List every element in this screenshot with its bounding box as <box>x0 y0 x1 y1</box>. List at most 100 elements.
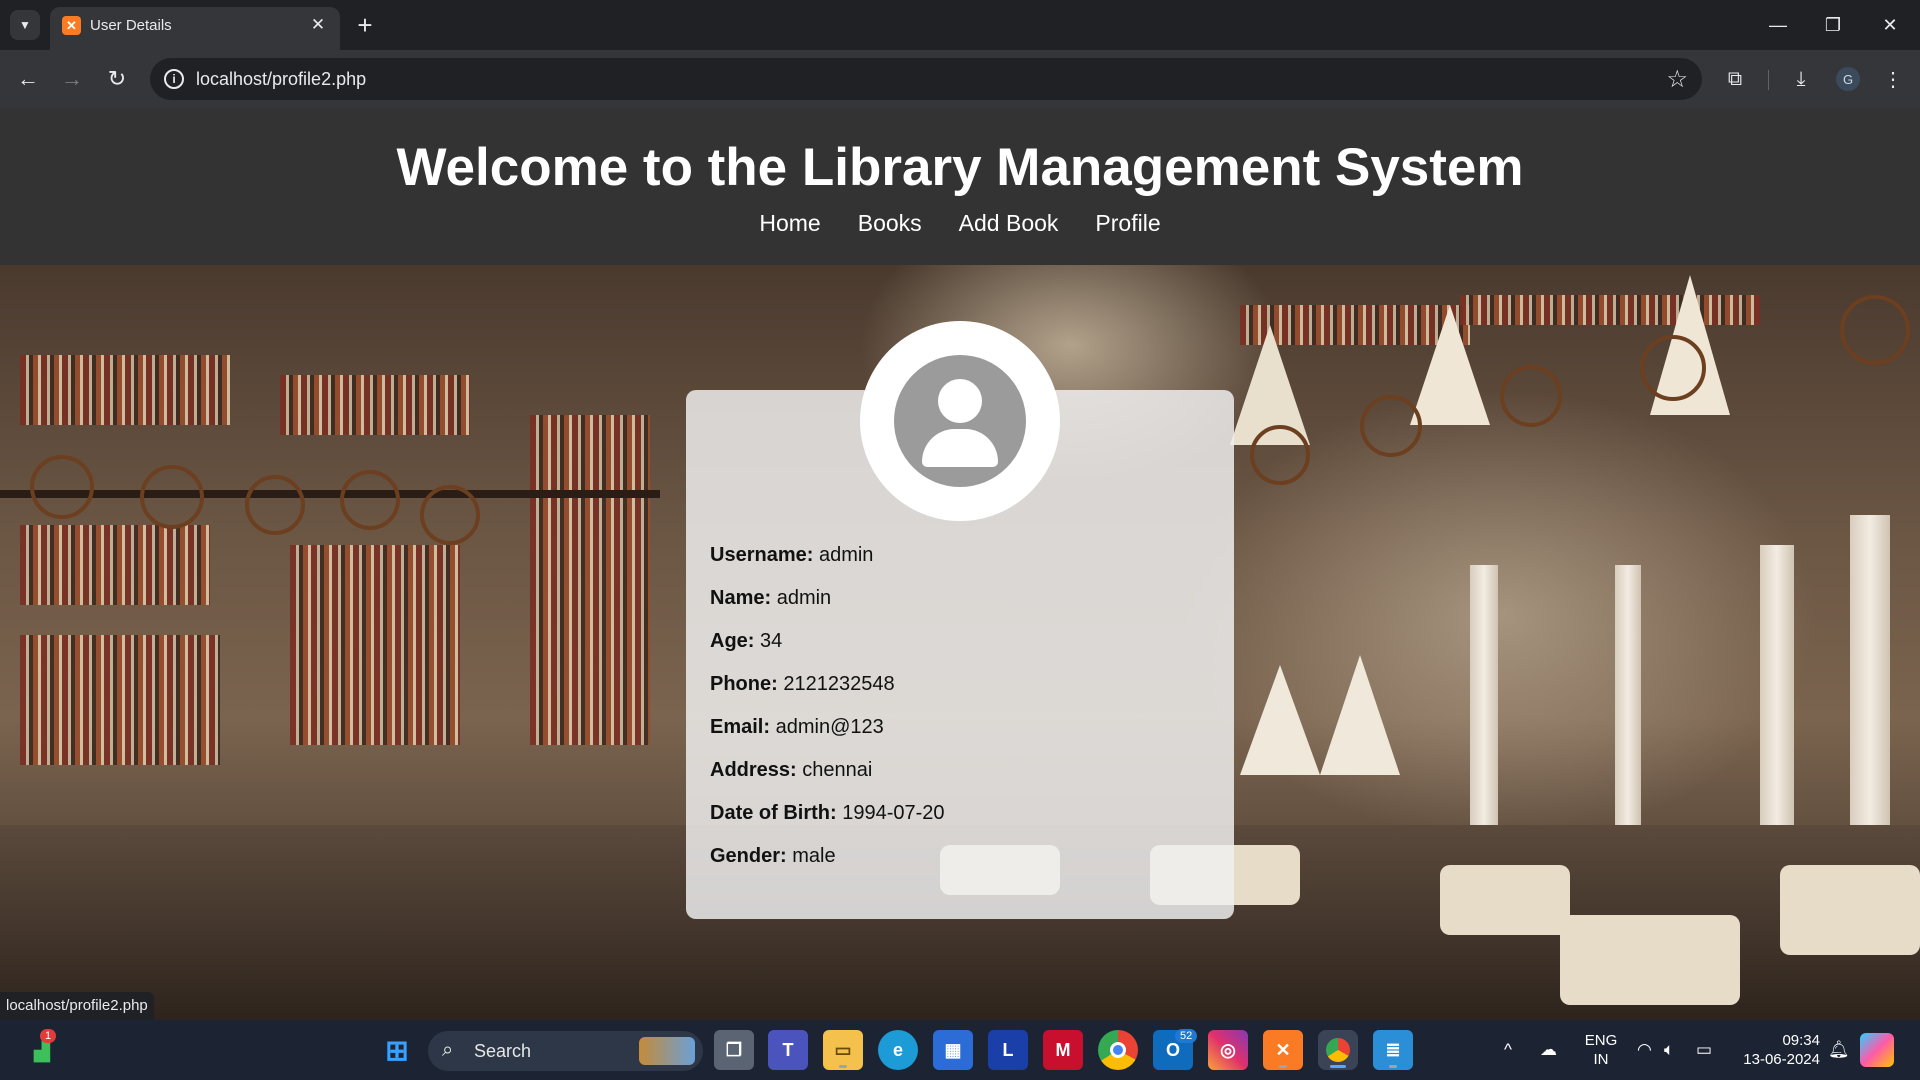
clock-date: 13-06-2024 <box>1743 1051 1820 1068</box>
field-label: Age: <box>710 630 755 652</box>
xampp-icon: ✕ <box>62 16 81 35</box>
tab-close-icon[interactable]: ✕ <box>306 13 330 37</box>
nav-link-add-book[interactable]: Add Book <box>959 210 1059 237</box>
sail <box>1240 665 1320 775</box>
browser-tabstrip: ▼ ✕ User Details ✕ + — ❐ ✕ <box>0 0 1920 50</box>
bookmark-star-icon[interactable]: ☆ <box>1666 65 1688 94</box>
nav-link-books[interactable]: Books <box>858 210 922 237</box>
wifi-icon[interactable]: ◠ <box>1637 1040 1652 1060</box>
pillar <box>1470 565 1498 845</box>
outlook-badge: 52 <box>1175 1029 1198 1043</box>
field-label: Name: <box>710 587 772 609</box>
field-name: Name: admin <box>710 587 831 610</box>
teams-icon[interactable]: T <box>768 1030 808 1070</box>
clock-time: 09:34 <box>1782 1032 1820 1049</box>
ship-wheel <box>1640 335 1706 401</box>
widgets-badge: 1 <box>40 1029 57 1043</box>
notification-bell-icon[interactable]: 🔔︎ <box>1828 1040 1850 1060</box>
ship-wheel <box>140 465 204 529</box>
bookshelf <box>290 545 460 745</box>
field-value: admin <box>776 587 832 609</box>
chrome-icon[interactable] <box>1098 1030 1138 1070</box>
battery-icon[interactable]: ▭ <box>1696 1040 1712 1060</box>
sofa <box>1440 865 1570 935</box>
ship-wheel <box>340 470 400 530</box>
clock[interactable]: 09:34 13-06-2024 <box>1736 1031 1820 1069</box>
app-l-icon[interactable]: L <box>988 1030 1028 1070</box>
search-highlight-art <box>639 1037 695 1065</box>
profile-avatar[interactable]: G <box>1836 67 1860 91</box>
downloads-icon[interactable]: ⤓ <box>1786 64 1816 94</box>
field-value: chennai <box>802 759 873 781</box>
sofa <box>1560 915 1740 1005</box>
taskbar: ▟ 1 ⊞ ⌕ Search ❐ T ▭ e ▦ L M O 52 ◎ ✕ ≣ … <box>0 1020 1920 1080</box>
search-icon: ⌕ <box>442 1039 454 1061</box>
instagram-icon[interactable]: ◎ <box>1208 1030 1248 1070</box>
onedrive-icon[interactable]: ☁ <box>1540 1040 1557 1060</box>
kebab-menu-icon[interactable]: ⋮ <box>1878 64 1908 94</box>
task-view-icon[interactable]: ❐ <box>714 1030 754 1070</box>
main-nav: Home Books Add Book Profile <box>0 210 1920 237</box>
user-silhouette-icon <box>894 355 1026 487</box>
nav-link-profile[interactable]: Profile <box>1095 210 1160 237</box>
ship-wheel <box>420 485 480 545</box>
tab-title: User Details <box>90 17 172 34</box>
reload-icon[interactable]: ↻ <box>102 64 132 94</box>
back-arrow-icon[interactable]: ← <box>13 64 43 94</box>
volume-icon[interactable]: 🔈︎ <box>1664 1040 1674 1060</box>
field-value: male <box>792 845 836 867</box>
field-value: admin@123 <box>775 716 884 738</box>
field-value: 34 <box>760 630 783 652</box>
sail <box>1320 655 1400 775</box>
microsoft-store-icon[interactable]: ▦ <box>933 1030 973 1070</box>
nav-link-home[interactable]: Home <box>759 210 820 237</box>
windows-start-icon[interactable]: ⊞ <box>377 1030 417 1070</box>
mcafee-icon[interactable]: M <box>1043 1030 1083 1070</box>
tab-search-chevron-icon[interactable]: ▼ <box>10 10 40 40</box>
field-address: Address: chennai <box>710 759 872 782</box>
ship-wheel <box>1500 365 1562 427</box>
sofa <box>1780 865 1920 955</box>
address-url[interactable]: localhost/profile2.php <box>196 69 366 90</box>
field-value: 1994-07-20 <box>842 802 945 824</box>
field-label: Email: <box>710 716 771 738</box>
edge-icon[interactable]: e <box>878 1030 918 1070</box>
forward-arrow-icon[interactable]: → <box>57 64 87 94</box>
field-label: Address: <box>710 759 797 781</box>
show-hidden-icons-chevron-icon[interactable]: ^ <box>1504 1040 1512 1060</box>
new-tab-plus-icon[interactable]: + <box>350 10 380 40</box>
region-code: IN <box>1593 1051 1609 1068</box>
language-indicator[interactable]: ENG IN <box>1583 1031 1619 1069</box>
chrome-active-icon[interactable] <box>1318 1030 1358 1070</box>
field-label: Username: <box>710 544 814 566</box>
field-label: Gender: <box>710 845 787 867</box>
language-code: ENG <box>1584 1032 1618 1049</box>
field-value: admin <box>818 544 874 566</box>
xampp-taskbar-icon[interactable]: ✕ <box>1263 1030 1303 1070</box>
field-gender: Gender: male <box>710 845 836 868</box>
site-header: Welcome to the Library Management System… <box>0 108 1920 265</box>
ship-wheel <box>245 475 305 535</box>
minimize-icon[interactable]: — <box>1758 8 1798 42</box>
field-value: 2121232548 <box>783 673 895 695</box>
restore-icon[interactable]: ❐ <box>1813 8 1853 42</box>
bookshelf <box>20 525 210 605</box>
field-phone: Phone: 2121232548 <box>710 673 895 696</box>
site-info-icon[interactable]: i <box>164 69 184 89</box>
bookshelf <box>530 415 650 745</box>
address-bar[interactable]: i localhost/profile2.php ☆ <box>150 58 1702 100</box>
page-title: Welcome to the Library Management System <box>396 138 1524 197</box>
taskbar-search[interactable]: ⌕ Search <box>428 1031 703 1071</box>
field-age: Age: 34 <box>710 630 782 653</box>
avatar <box>860 321 1060 521</box>
file-explorer-icon[interactable]: ▭ <box>823 1030 863 1070</box>
ship-wheel <box>1250 425 1310 485</box>
close-window-icon[interactable]: ✕ <box>1870 8 1910 42</box>
ship-wheel <box>1840 295 1910 365</box>
bookshelf <box>20 635 220 765</box>
toolbar-divider <box>1768 70 1769 90</box>
copilot-icon[interactable] <box>1860 1033 1894 1067</box>
notepad-icon[interactable]: ≣ <box>1373 1030 1413 1070</box>
extensions-puzzle-icon[interactable]: ⧉ <box>1720 64 1750 94</box>
browser-tab-active[interactable]: ✕ User Details ✕ <box>50 7 340 50</box>
